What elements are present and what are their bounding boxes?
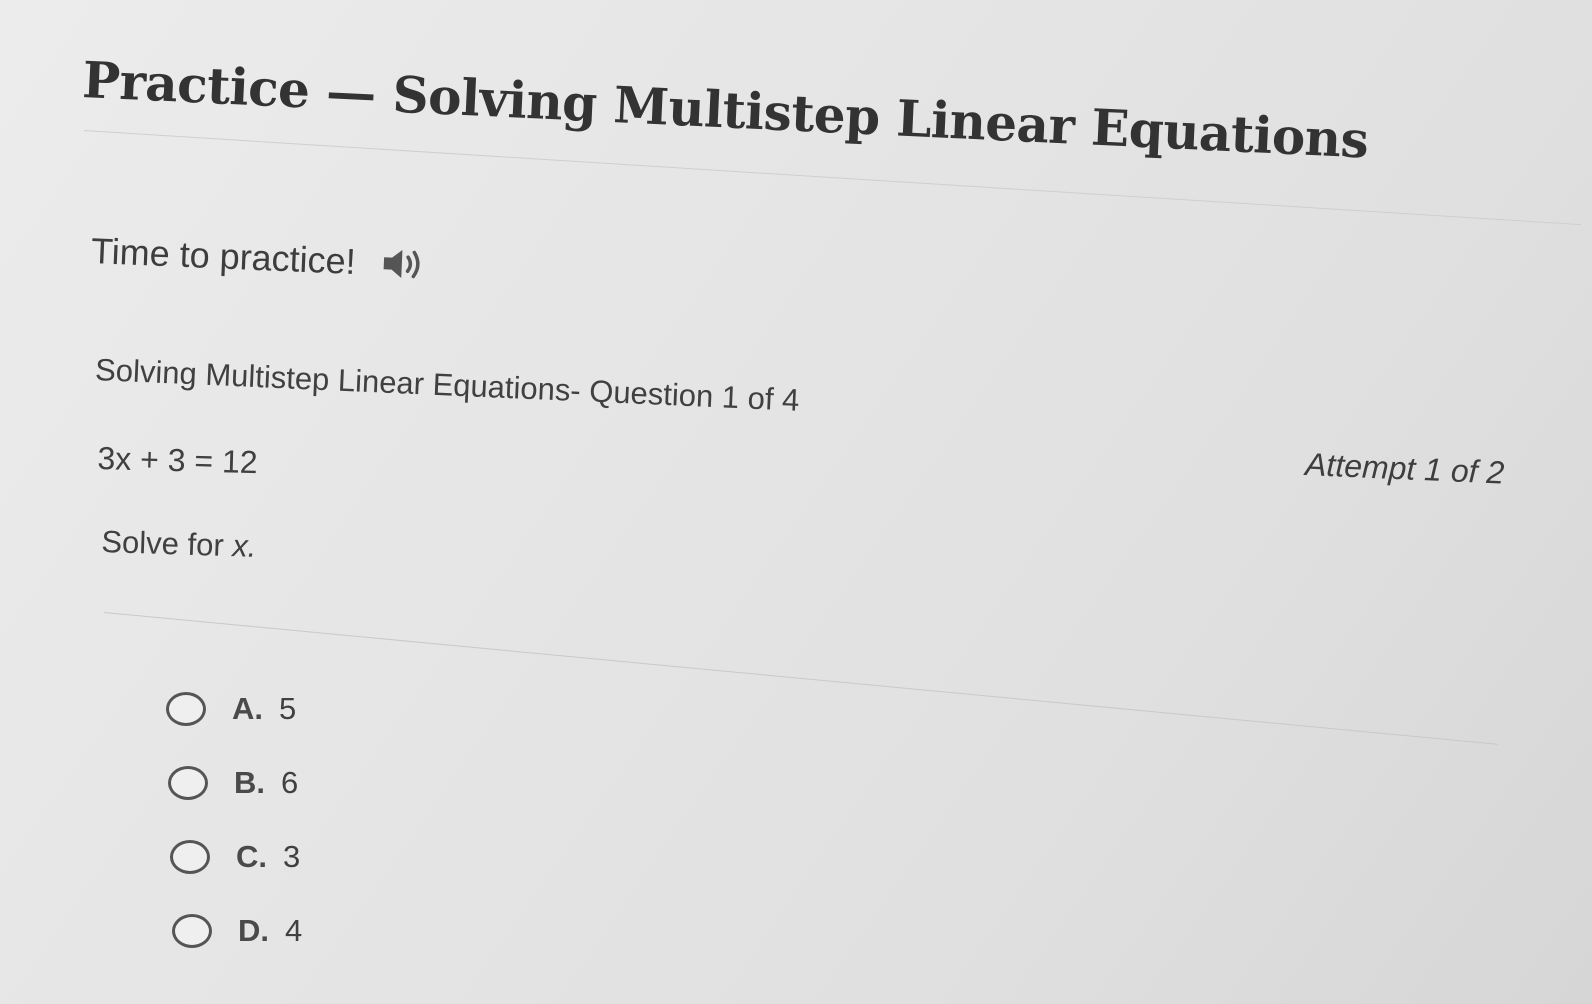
answer-options: A. 5 B. 6 C. 3 D. 4 [166,672,302,968]
option-d[interactable]: D. 4 [172,894,302,968]
intro-row: Time to practice! [90,230,426,286]
option-letter: D. [238,913,269,948]
radio-button[interactable] [170,840,210,874]
speaker-icon[interactable] [379,243,427,285]
option-value: 4 [285,913,303,948]
instruction-variable: x. [231,528,258,564]
option-letter: C. [236,839,267,874]
option-b[interactable]: B. 6 [168,746,302,820]
attempt-counter: Attempt 1 of 2 [1304,446,1506,491]
instruction: Solve for x. [101,524,257,565]
equation: 3x + 3 = 12 [97,440,259,481]
option-a[interactable]: A. 5 [166,672,302,746]
option-letter: B. [234,765,265,800]
option-value: 3 [283,839,301,874]
question-divider [103,612,1498,745]
practice-page: Practice — Solving Multistep Linear Equa… [0,0,1592,1004]
question-header: Solving Multistep Linear Equations- Ques… [94,352,801,418]
option-value: 5 [279,691,297,726]
option-c[interactable]: C. 3 [170,820,302,894]
radio-button[interactable] [168,766,208,800]
instruction-text: Solve for [100,524,233,564]
option-value: 6 [281,765,299,800]
page-title: Practice — Solving Multistep Linear Equa… [81,50,1370,170]
radio-button[interactable] [166,692,206,726]
option-letter: A. [232,691,263,726]
radio-button[interactable] [172,914,212,948]
intro-text: Time to practice! [90,230,357,283]
